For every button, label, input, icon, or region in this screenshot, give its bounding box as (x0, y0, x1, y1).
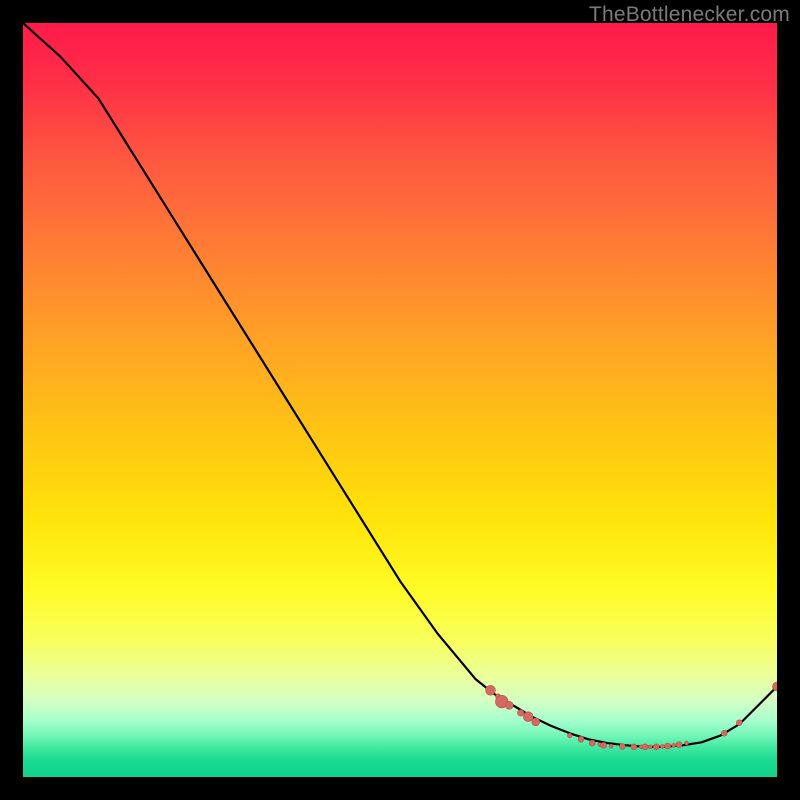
data-marker (609, 744, 613, 748)
curve-group (23, 23, 777, 747)
data-marker (486, 685, 496, 695)
data-marker (578, 736, 584, 742)
data-marker (523, 712, 533, 722)
chart-frame: TheBottlenecker.com (0, 0, 800, 800)
data-marker (676, 742, 682, 748)
data-marker (631, 744, 637, 750)
data-markers (486, 682, 777, 750)
data-marker (532, 718, 540, 726)
plot-area (23, 23, 777, 777)
data-marker (505, 701, 513, 709)
data-marker (665, 743, 671, 749)
data-marker (517, 710, 523, 716)
watermark-text: TheBottlenecker.com (589, 3, 790, 27)
data-marker (736, 720, 742, 726)
data-marker (601, 742, 607, 748)
data-marker (642, 744, 648, 750)
chart-svg (23, 23, 777, 777)
data-marker (589, 740, 595, 746)
data-marker (648, 745, 652, 749)
data-marker (619, 744, 625, 750)
data-marker (721, 730, 727, 736)
bottleneck-curve (23, 23, 777, 747)
data-marker (567, 733, 571, 737)
data-marker (653, 744, 659, 750)
data-marker (660, 745, 664, 749)
data-marker (672, 743, 676, 747)
data-marker (685, 741, 689, 745)
